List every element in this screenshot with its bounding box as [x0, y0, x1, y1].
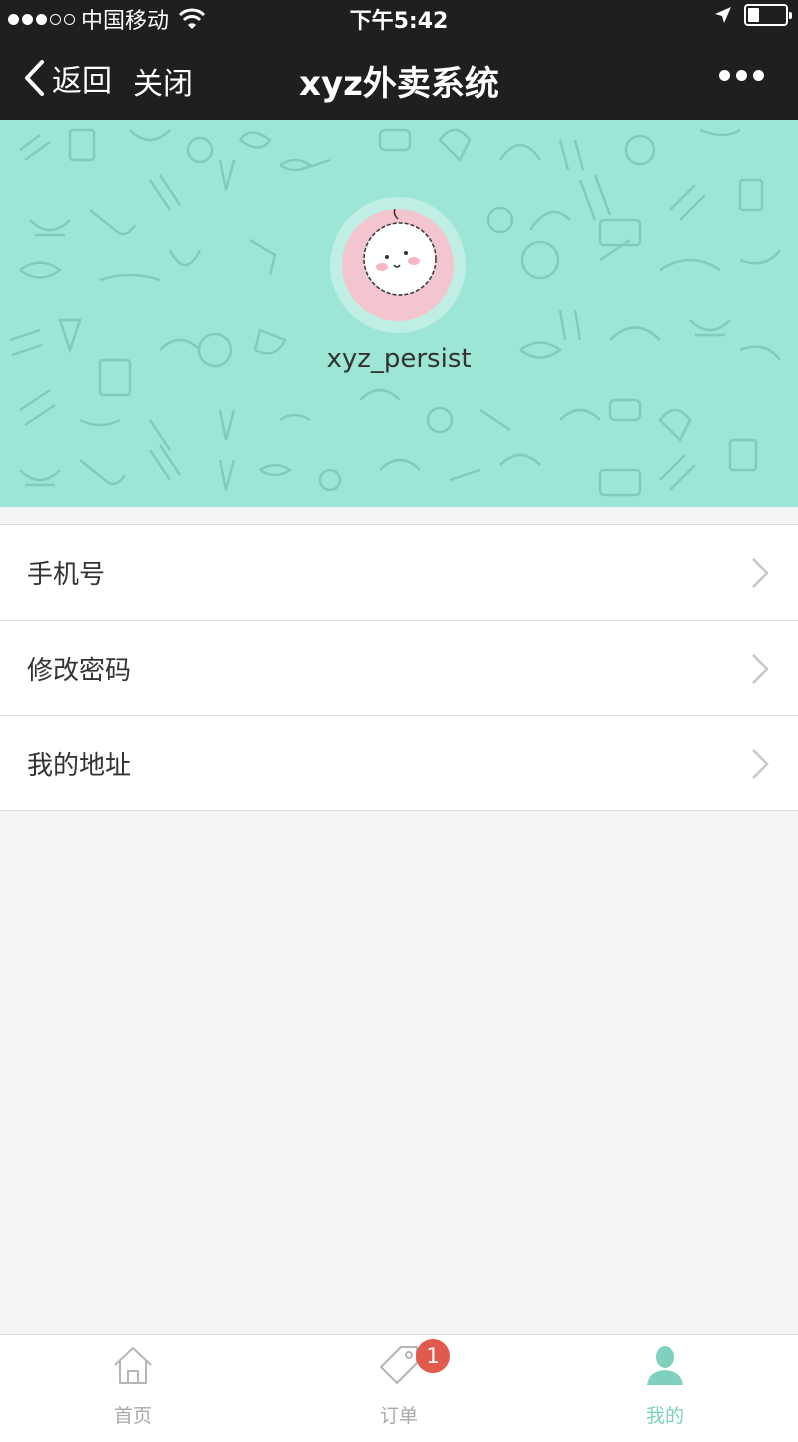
menu-item-my-address[interactable]: 我的地址 — [0, 715, 798, 810]
chevron-left-icon — [25, 60, 44, 96]
profile-menu-list: 手机号 修改密码 我的地址 — [0, 524, 798, 811]
tab-label: 首页 — [113, 1405, 152, 1427]
menu-item-phone[interactable]: 手机号 — [0, 525, 798, 620]
chevron-right-icon — [752, 749, 769, 779]
menu-item-label: 手机号 — [27, 560, 106, 590]
more-dot-icon — [753, 70, 764, 81]
profile-banner: xyz_persist — [0, 120, 798, 507]
chevron-right-icon — [752, 654, 769, 684]
tag-icon — [380, 1346, 418, 1384]
page-title: xyz外卖系统 — [299, 64, 499, 104]
status-time: 下午5:42 — [349, 9, 449, 34]
battery-level — [748, 8, 759, 22]
fluffy-mascot-icon — [363, 209, 437, 296]
close-button[interactable]: 关闭 — [133, 59, 193, 103]
tab-orders[interactable]: 订单 1 — [266, 1335, 532, 1442]
location-arrow-icon — [715, 7, 731, 23]
back-label: 返回 — [52, 64, 112, 99]
status-bar: 中国移动 下午5:42 — [0, 0, 798, 34]
avatar[interactable] — [342, 209, 454, 321]
more-menu-button[interactable] — [719, 70, 764, 81]
nav-bar: 返回 关闭 xyz外卖系统 — [0, 34, 798, 120]
menu-item-change-password[interactable]: 修改密码 — [0, 620, 798, 715]
username: xyz_persist — [326, 344, 472, 374]
menu-item-label: 我的地址 — [27, 750, 132, 781]
tab-label: 订单 — [379, 1405, 418, 1427]
tab-bar: 首页 订单 1 我的 — [0, 1334, 798, 1442]
tab-home[interactable]: 首页 — [0, 1335, 266, 1442]
chevron-right-icon — [752, 558, 769, 588]
status-right — [714, 4, 792, 26]
more-dot-icon — [736, 70, 747, 81]
back-button[interactable]: 返回 — [22, 56, 112, 100]
tab-mine[interactable]: 我的 — [532, 1335, 798, 1442]
tab-label: 我的 — [645, 1405, 684, 1427]
battery-icon — [744, 4, 792, 26]
home-icon — [114, 1347, 152, 1384]
menu-item-label: 修改密码 — [27, 655, 132, 686]
user-icon — [647, 1346, 683, 1385]
more-dot-icon — [719, 70, 730, 81]
order-count-badge: 1 — [416, 1339, 450, 1373]
